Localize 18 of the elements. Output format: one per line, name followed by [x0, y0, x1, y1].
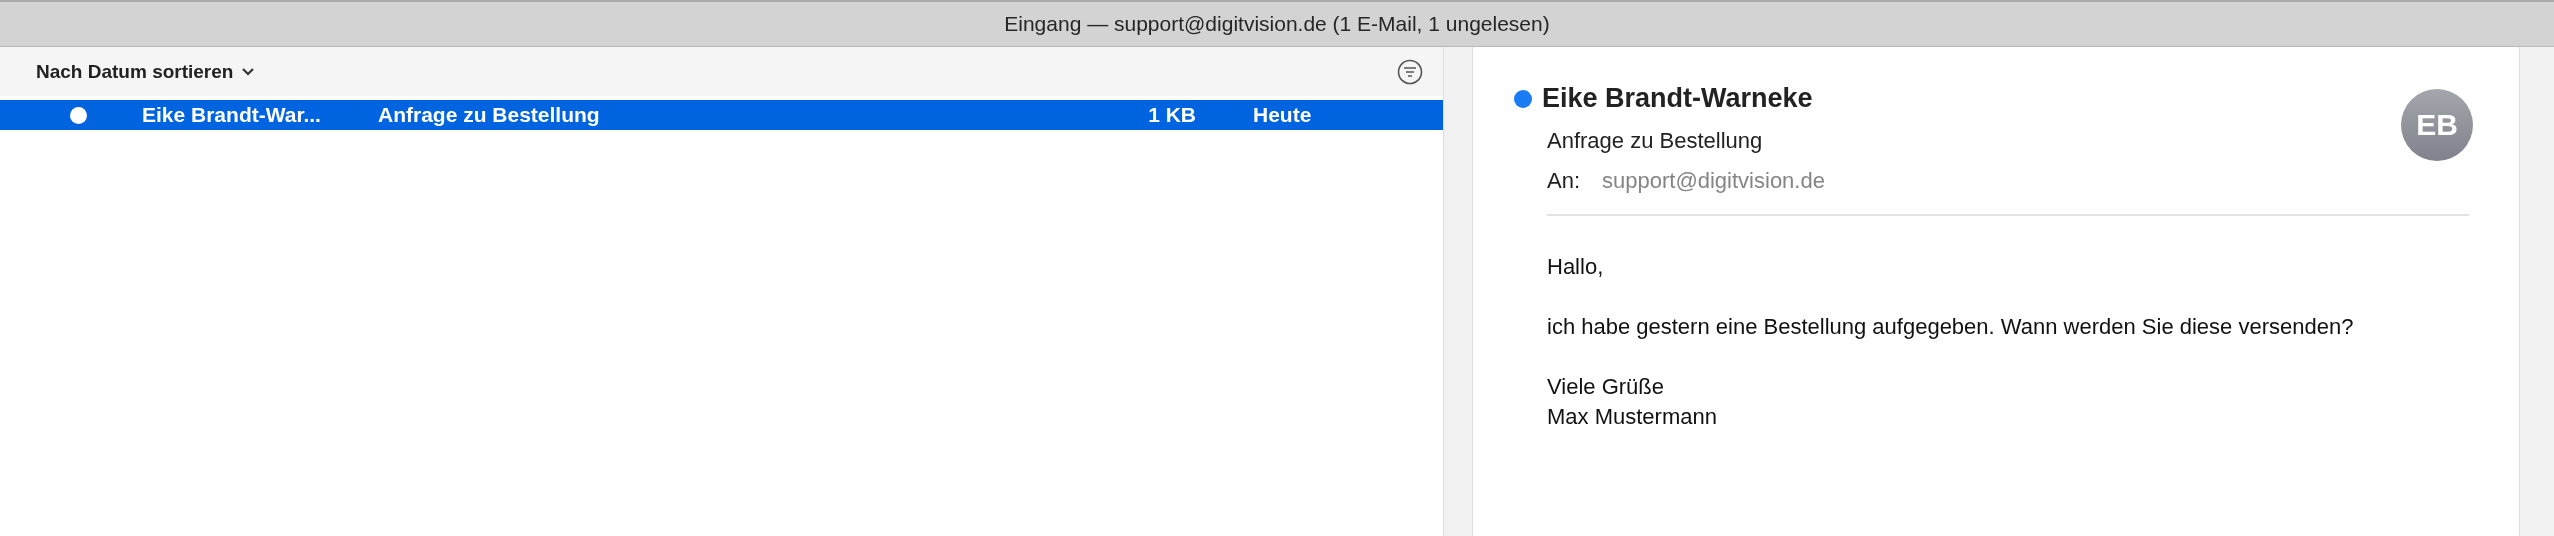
chevron-icon	[241, 66, 256, 77]
body-line: Viele Grüße	[1547, 373, 1665, 401]
body-paragraph: Hallo,	[1547, 253, 1605, 281]
body-paragraph: ich habe gestern eine Bestellung aufgegeben. Wann werden Sie diese versenden?	[1547, 313, 2355, 341]
filter-icon[interactable]	[1397, 58, 1423, 85]
message-subject: Anfrage zu Bestellung	[1547, 128, 1764, 154]
to-label: An:	[1547, 168, 1581, 194]
sender-text: Eike Brandt-War...	[142, 103, 322, 127]
message-row[interactable]: Eike Brandt-War... Anfrage zu Bestellung 1 KB Heute	[0, 100, 1443, 130]
sender-name: Eike Brandt-Warneke	[1542, 83, 1813, 114]
recipient-address: support@digitvision.de	[1602, 168, 1825, 194]
size-text: 1 KB	[1147, 103, 1196, 127]
date-text: Heute	[1253, 103, 1312, 127]
avatar: EB	[2401, 89, 2473, 161]
body-line: Max Mustermann	[1547, 403, 1718, 431]
subject-text: Anfrage zu Bestellung	[378, 103, 601, 127]
window-title: Eingang — support@digitvision.de (1 E-Mail, 1 ungelesen)	[1004, 12, 1550, 36]
sort-menu[interactable]: Nach Datum sortieren	[36, 60, 256, 83]
